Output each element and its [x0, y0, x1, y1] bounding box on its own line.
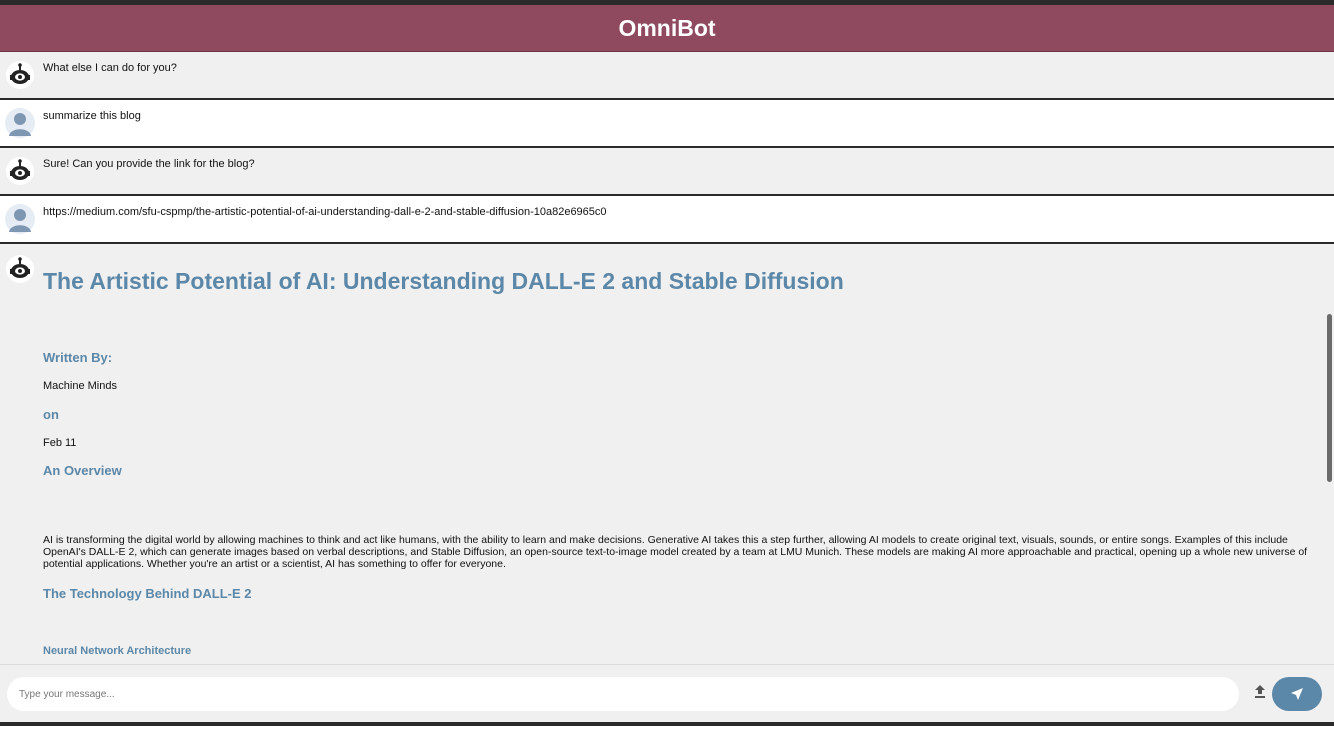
written-by-label: Written By:: [43, 350, 113, 365]
app-header-title: OmniBot: [0, 5, 1334, 52]
send-icon: [1291, 688, 1303, 700]
robot-icon: [5, 60, 35, 90]
publish-date: Feb 11: [43, 437, 77, 449]
send-button[interactable]: [1272, 677, 1322, 711]
on-label: on: [43, 407, 59, 422]
author-name: Machine Minds: [43, 380, 117, 392]
message-text: summarize this blog: [43, 110, 141, 122]
message-composer: [0, 664, 1334, 723]
scrollbar-thumb[interactable]: [1327, 314, 1332, 482]
message-link-text: https://medium.com/sfu-cspmp/the-artisti…: [43, 206, 607, 218]
chat-message-user: summarize this blog: [0, 100, 1334, 148]
robot-icon: [5, 156, 35, 186]
overview-heading: An Overview: [43, 463, 122, 478]
blog-title: The Artistic Potential of AI: Understand…: [43, 268, 844, 294]
message-text: What else I can do for you?: [43, 62, 177, 74]
chat-message-bot-blog-summary[interactable]: The Artistic Potential of AI: Understand…: [0, 244, 1334, 664]
message-input[interactable]: [7, 677, 1239, 711]
robot-icon: [5, 254, 35, 284]
message-text: Sure! Can you provide the link for the b…: [43, 158, 255, 170]
scrollbar[interactable]: [1324, 244, 1334, 664]
user-avatar-icon: [5, 204, 35, 234]
user-avatar-icon: [5, 108, 35, 138]
upload-icon[interactable]: [1252, 682, 1268, 702]
overview-paragraph: AI is transforming the digital world by …: [43, 534, 1308, 570]
neural-network-heading: Neural Network Architecture: [43, 645, 192, 657]
chat-message-bot: Sure! Can you provide the link for the b…: [0, 148, 1334, 196]
chat-message-bot: What else I can do for you?: [0, 52, 1334, 100]
technology-heading: The Technology Behind DALL-E 2: [43, 586, 252, 601]
chat-message-user: https://medium.com/sfu-cspmp/the-artisti…: [0, 196, 1334, 244]
bottom-frame-border: [0, 722, 1334, 726]
